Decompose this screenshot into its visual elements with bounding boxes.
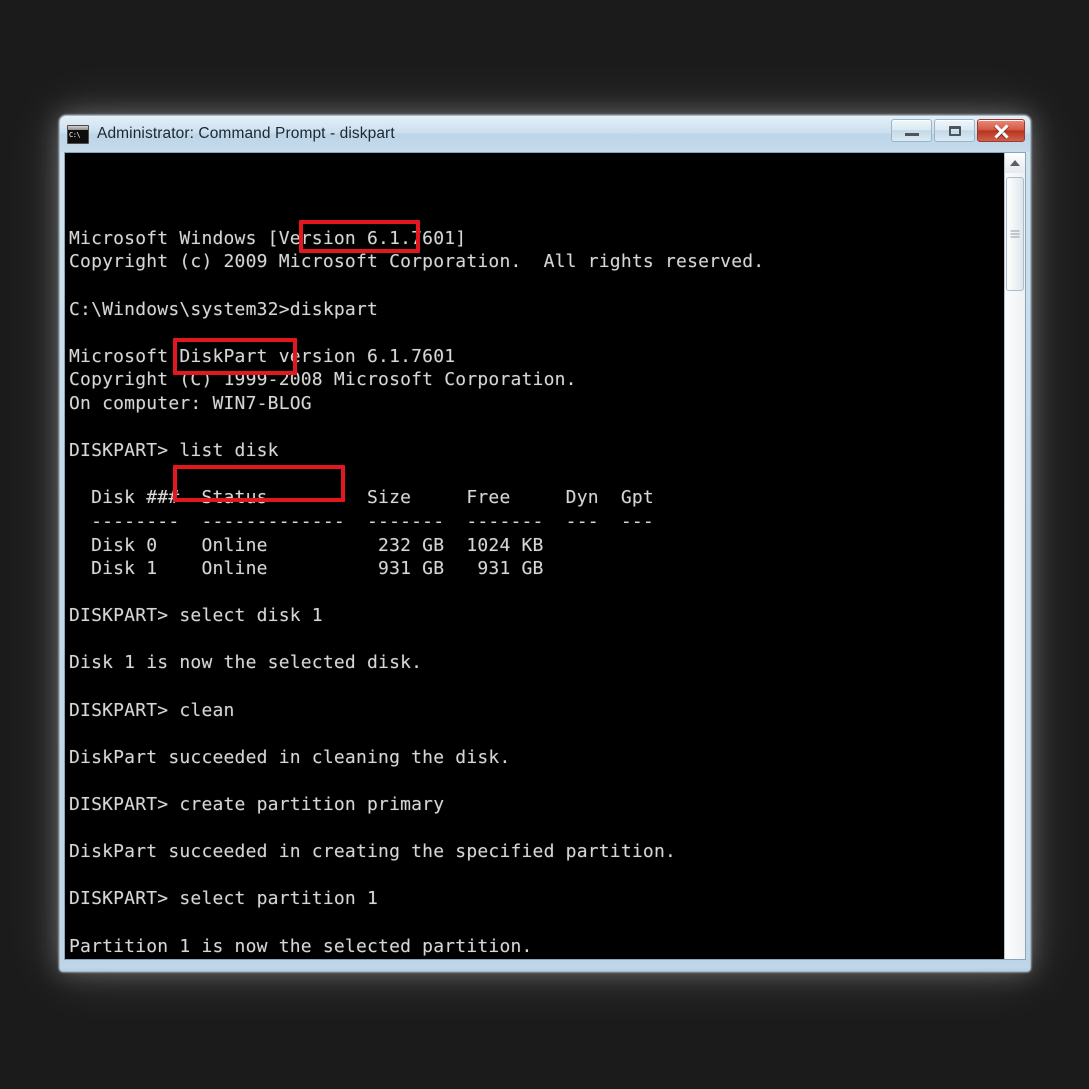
minimize-button[interactable] [891, 119, 932, 142]
console-line: Disk 1 is now the selected disk. [69, 652, 423, 674]
console-line: DiskPart succeeded in creating the speci… [69, 841, 677, 863]
console-line: DISKPART> create partition primary [69, 794, 445, 816]
console-line: -------- ------------- ------- ------- -… [69, 510, 654, 532]
window-bottom-frame [60, 966, 1030, 971]
console-line: C:\Windows\system32>diskpart [69, 298, 379, 320]
maximize-button[interactable] [934, 119, 975, 142]
console-line: Disk 0 Online 232 GB 1024 KB [69, 534, 544, 556]
console-line: Copyright (C) 1999-2008 Microsoft Corpor… [69, 369, 577, 391]
console-line: Disk 1 Online 931 GB 931 GB [69, 558, 544, 580]
desktop-background: Administrator: Command Prompt - diskpart… [0, 0, 1089, 1089]
window-title: Administrator: Command Prompt - diskpart [97, 125, 395, 142]
console-line: Copyright (c) 2009 Microsoft Corporation… [69, 251, 765, 273]
command-prompt-icon [67, 124, 89, 144]
scrollbar-track[interactable] [1005, 173, 1025, 959]
console-line: Disk ### Status Size Free Dyn Gpt [69, 487, 654, 509]
console-line: Partition 1 is now the selected partitio… [69, 935, 533, 957]
command-prompt-window: Administrator: Command Prompt - diskpart… [59, 115, 1031, 972]
console-line: Microsoft Windows [Version 6.1.7601] [69, 227, 467, 249]
console-line: On computer: WIN7-BLOG [69, 392, 312, 414]
console-line: DISKPART> clean [69, 699, 235, 721]
scrollbar-thumb[interactable] [1006, 177, 1024, 291]
vertical-scrollbar[interactable] [1004, 153, 1025, 959]
window-controls [891, 119, 1025, 142]
window-title-bar[interactable]: Administrator: Command Prompt - diskpart [60, 116, 1030, 152]
scroll-up-arrow-icon[interactable] [1005, 153, 1025, 173]
console-line: DISKPART> select disk 1 [69, 605, 323, 627]
console-line: DISKPART> list disk [69, 440, 279, 462]
close-button[interactable] [977, 119, 1025, 142]
console-client-area[interactable]: Microsoft Windows [Version 6.1.7601] Copy… [64, 152, 1026, 960]
console-line: Microsoft DiskPart version 6.1.7601 [69, 345, 456, 367]
console-line: DiskPart succeeded in cleaning the disk. [69, 746, 511, 768]
console-line: DISKPART> select partition 1 [69, 888, 379, 910]
console-output[interactable]: Microsoft Windows [Version 6.1.7601] Copy… [65, 153, 1004, 959]
